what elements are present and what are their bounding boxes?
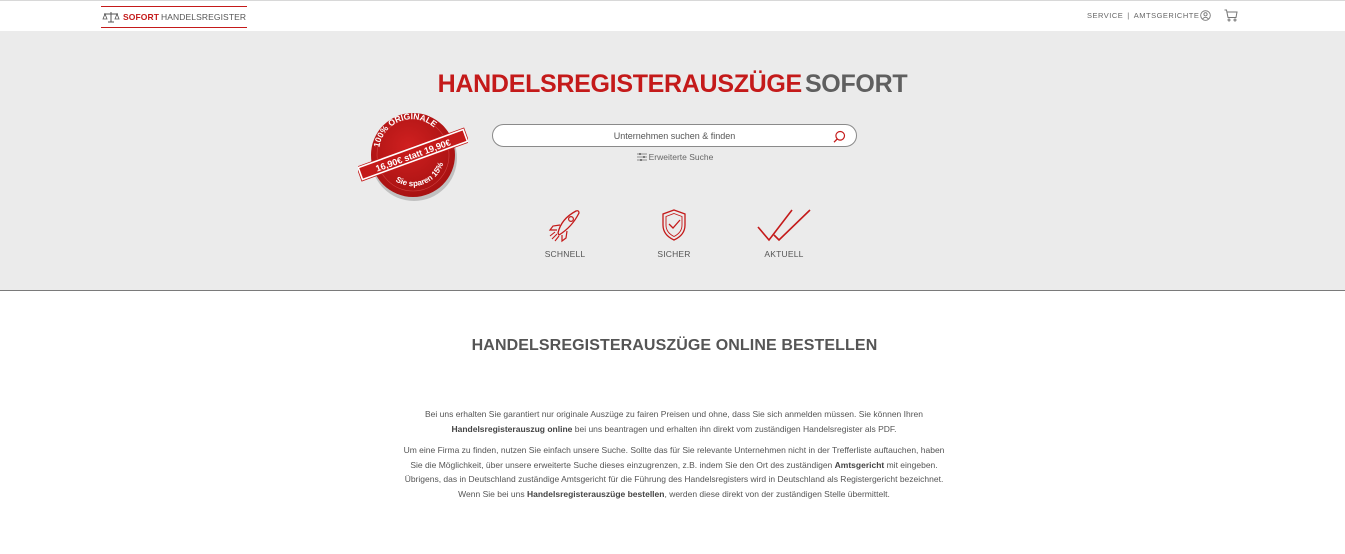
hero-title-sofort: SOFORT bbox=[804, 70, 908, 98]
nav-separator: | bbox=[1127, 11, 1130, 20]
feature-label-schnell: SCHNELL bbox=[544, 249, 586, 259]
logo-text-sofort: SOFORT bbox=[123, 12, 160, 22]
hero-title: HANDELSREGISTERAUSZÜGE SOFORT bbox=[0, 70, 1345, 99]
search-icon[interactable] bbox=[833, 130, 846, 143]
filter-sliders-icon bbox=[636, 153, 647, 161]
intro-text-1: Bei uns erhalten Sie garantiert nur orig… bbox=[424, 409, 924, 419]
rocket-icon bbox=[548, 210, 580, 243]
site-header: SOFORT HANDELSREGISTER SERVICE | AMTSGER… bbox=[0, 0, 1345, 31]
shield-check-icon bbox=[662, 209, 686, 241]
feature-schnell bbox=[525, 207, 605, 243]
feature-sicher bbox=[634, 207, 714, 243]
hero-section: HANDELSREGISTERAUSZÜGE SOFORT 100% ORIGIN… bbox=[0, 31, 1345, 291]
intro-text-2: bei uns beantragen und erhalten ihn dire… bbox=[572, 423, 897, 434]
company-search-bar bbox=[492, 124, 857, 147]
search-info-bold-1: Amtsgericht bbox=[834, 459, 885, 470]
logo-text-handelsregister: HANDELSREGISTER bbox=[161, 12, 247, 22]
nav-link-service[interactable]: SERVICE bbox=[1087, 11, 1123, 20]
intro-bold-1: Handelsregisterauszug online bbox=[451, 423, 573, 434]
advanced-search-label: Erweiterte Suche bbox=[648, 152, 714, 162]
nav-link-amtsgerichte[interactable]: AMTSGERICHTE bbox=[1134, 11, 1200, 20]
search-info-bold-2: Handelsregisterauszüge bestellen bbox=[527, 488, 665, 499]
hero-title-main: HANDELSREGISTERAUSZÜGE bbox=[437, 70, 803, 98]
search-info-text-3: , werden diese direkt von der zuständige… bbox=[664, 488, 890, 499]
top-nav: SERVICE | AMTSGERICHTE bbox=[1087, 11, 1199, 20]
user-account-icon[interactable] bbox=[1200, 10, 1211, 21]
shopping-cart-icon[interactable] bbox=[1224, 9, 1238, 22]
double-check-icon bbox=[757, 209, 811, 242]
scales-logo-icon bbox=[102, 12, 120, 23]
feature-aktuell bbox=[744, 207, 824, 243]
section-title: HANDELSREGISTERAUSZÜGE ONLINE BESTELLEN bbox=[471, 337, 878, 354]
search-info-paragraph: Um eine Firma zu finden, nutzen Sie einf… bbox=[401, 443, 947, 501]
site-logo[interactable]: SOFORT HANDELSREGISTER bbox=[101, 6, 248, 28]
company-search-input[interactable] bbox=[493, 125, 856, 146]
intro-paragraph: Bei uns erhalten Sie garantiert nur orig… bbox=[401, 407, 947, 436]
feature-label-sicher: SICHER bbox=[657, 249, 691, 259]
advanced-search-link[interactable]: Erweiterte Suche bbox=[0, 152, 1345, 162]
feature-label-aktuell: AKTUELL bbox=[764, 249, 804, 259]
